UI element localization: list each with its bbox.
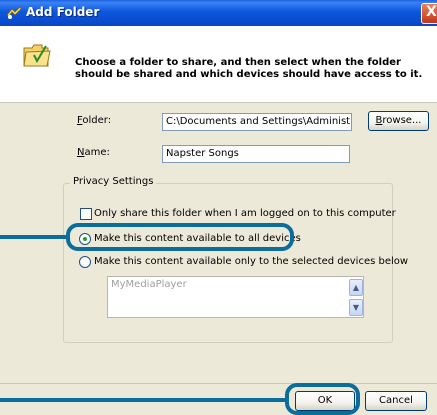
folder-label: Folder:	[77, 115, 112, 126]
close-button[interactable]: X	[421, 3, 437, 24]
callout-all-devices	[66, 223, 294, 251]
window-title: Add Folder	[26, 5, 100, 19]
close-icon: X	[426, 4, 437, 20]
chevron-down-icon: ▼	[352, 303, 360, 312]
device-list-item[interactable]: MyMediaPlayer	[111, 279, 187, 290]
callout-line-all-devices	[0, 235, 68, 239]
callout-line-ok	[0, 398, 286, 402]
name-field[interactable]: Napster Songs	[162, 145, 350, 163]
footer-divider	[0, 383, 437, 384]
browse-button[interactable]: Browse...	[368, 111, 429, 131]
only-logged-on-checkbox[interactable]	[80, 208, 92, 220]
chevron-up-icon: ▲	[352, 283, 360, 292]
scroll-down-button[interactable]: ▼	[349, 299, 363, 316]
name-label: Name:	[77, 147, 110, 158]
instructions-text: Choose a folder to share, and then selec…	[75, 57, 423, 80]
app-icon	[6, 6, 22, 19]
cancel-button[interactable]: Cancel	[365, 391, 427, 411]
privacy-settings-legend: Privacy Settings	[70, 176, 157, 187]
scroll-up-button[interactable]: ▲	[349, 279, 363, 296]
device-listbox[interactable]: MyMediaPlayer ▲ ▼	[107, 276, 364, 318]
folder-path-field[interactable]: C:\Documents and Settings\Administrat	[162, 113, 352, 131]
selected-devices-label[interactable]: Make this content available only to the …	[94, 256, 408, 267]
folder-icon	[23, 44, 51, 67]
title-bar[interactable]: Add Folder X	[0, 0, 437, 26]
callout-ok	[285, 383, 360, 415]
add-folder-dialog: Add Folder X Choose a folder to share, a…	[0, 0, 437, 415]
only-logged-on-label[interactable]: Only share this folder when I am logged …	[94, 208, 396, 219]
selected-devices-radio[interactable]	[79, 256, 91, 268]
